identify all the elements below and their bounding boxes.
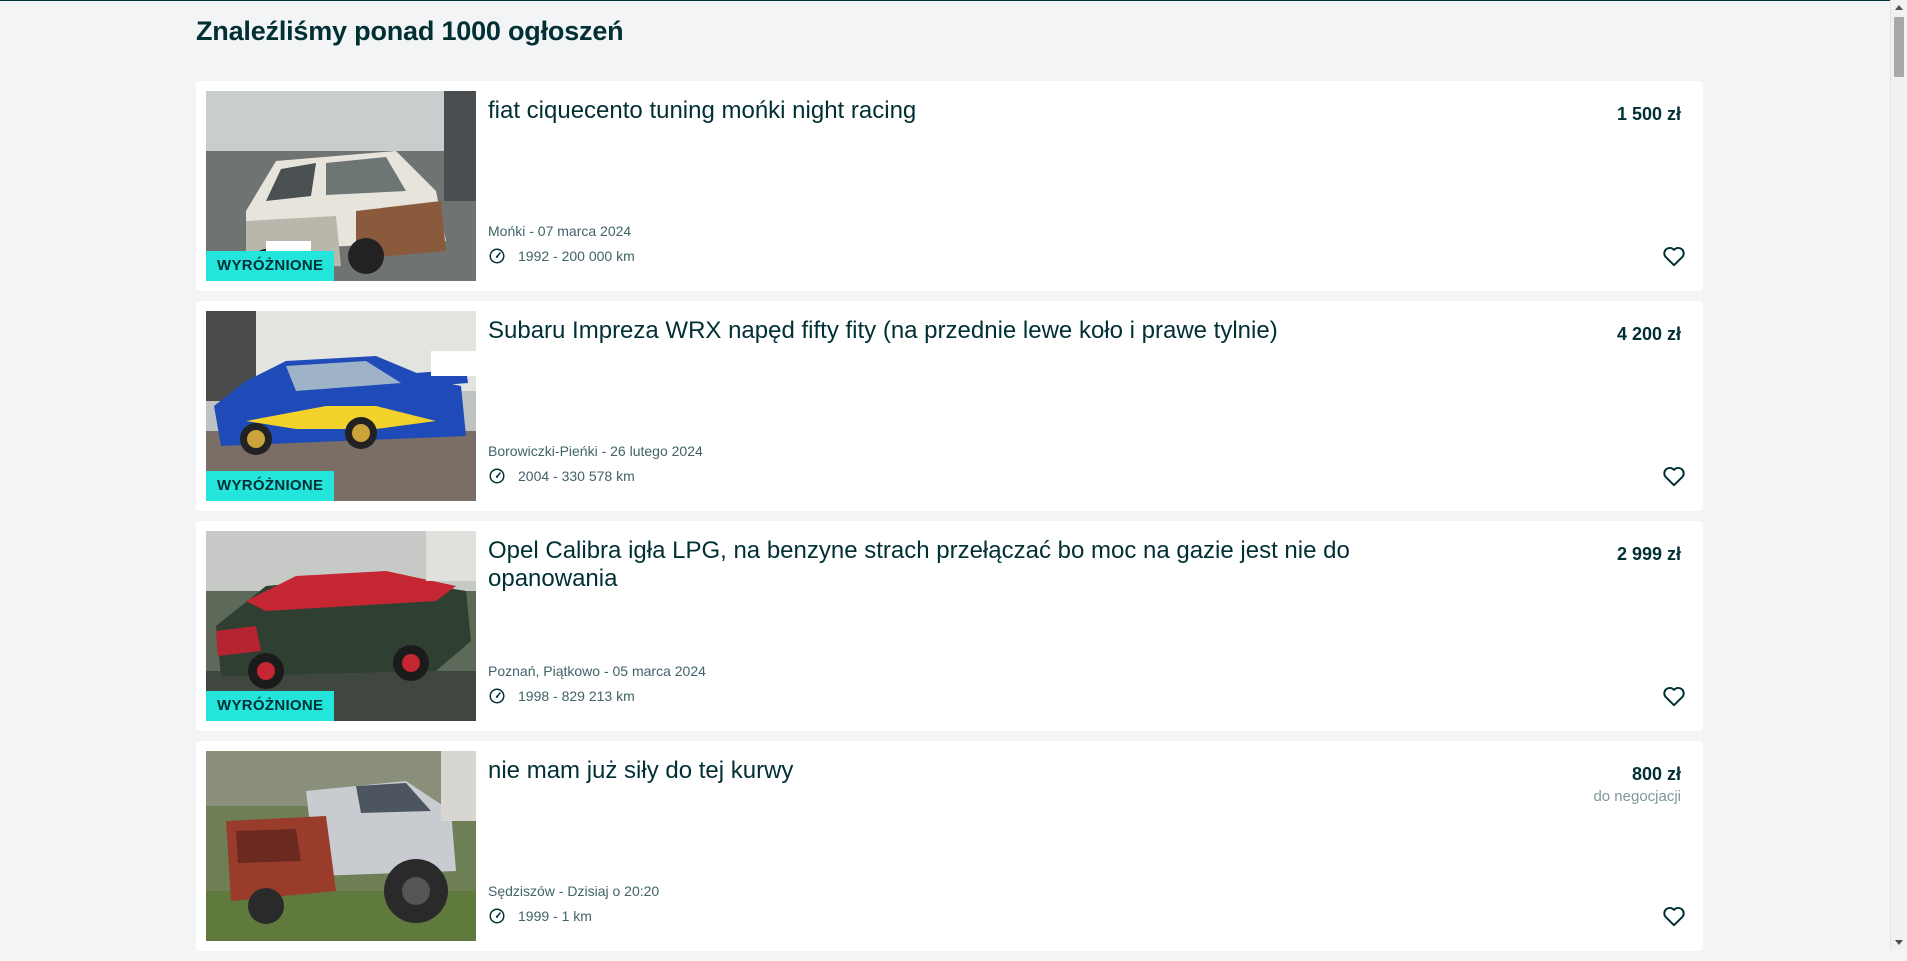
listing-title[interactable]: nie mam już siły do tej kurwy bbox=[488, 757, 1368, 785]
listing-card[interactable]: nie mam już siły do tej kurwy 800 zł do … bbox=[196, 741, 1703, 951]
heart-outline-icon[interactable] bbox=[1661, 463, 1687, 489]
featured-badge: WYRÓŻNIONE bbox=[206, 691, 335, 721]
featured-badge: WYRÓŻNIONE bbox=[206, 471, 335, 501]
listing-location-date: Sędziszów - Dzisiaj o 20:20 bbox=[488, 883, 660, 899]
negotiable-label: do negocjacji bbox=[1593, 788, 1681, 805]
listing-specs: 1998 - 829 213 km bbox=[488, 687, 635, 705]
listing-year-mileage: 2004 - 330 578 km bbox=[518, 468, 635, 484]
results-heading: Znaleźliśmy ponad 1000 ogłoszeń bbox=[196, 16, 624, 46]
listing-year-mileage: 1999 - 1 km bbox=[518, 908, 592, 924]
listing-year-mileage: 1992 - 200 000 km bbox=[518, 248, 635, 264]
listing-card[interactable]: WYRÓŻNIONE Opel Calibra igła LPG, na ben… bbox=[196, 521, 1703, 731]
listing-location-date: Borowiczki-Pieńki - 26 lutego 2024 bbox=[488, 443, 703, 459]
listing-price: 800 zł bbox=[1631, 764, 1681, 784]
listing-photo[interactable]: WYRÓŻNIONE bbox=[206, 91, 476, 281]
listing-title[interactable]: Subaru Impreza WRX napęd fifty fity (na … bbox=[488, 317, 1368, 345]
featured-badge: WYRÓŻNIONE bbox=[206, 251, 335, 281]
listing-price: 2 999 zł bbox=[1616, 544, 1681, 564]
scroll-down-icon[interactable] bbox=[1895, 940, 1903, 945]
gauge-icon bbox=[489, 468, 505, 484]
listing-card[interactable]: WYRÓŻNIONE Subaru Impreza WRX napęd fift… bbox=[196, 301, 1703, 511]
gauge-icon bbox=[489, 908, 505, 924]
gauge-icon bbox=[489, 248, 505, 264]
listing-specs: 1999 - 1 km bbox=[488, 907, 592, 925]
listing-location-date: Poznań, Piątkowo - 05 marca 2024 bbox=[488, 663, 706, 679]
listing-location-date: Mońki - 07 marca 2024 bbox=[488, 223, 632, 239]
scroll-thumb[interactable] bbox=[1894, 17, 1904, 77]
heart-outline-icon[interactable] bbox=[1661, 903, 1687, 929]
listing-price: 1 500 zł bbox=[1616, 104, 1681, 124]
listing-specs: 1992 - 200 000 km bbox=[488, 247, 635, 265]
heart-outline-icon[interactable] bbox=[1661, 243, 1687, 269]
top-border bbox=[0, 0, 1907, 1]
listing-photo[interactable]: WYRÓŻNIONE bbox=[206, 311, 476, 501]
listing-card[interactable]: WYRÓŻNIONE fiat ciquecento tuning mońki … bbox=[196, 81, 1703, 291]
gauge-icon bbox=[489, 688, 505, 704]
scroll-up-icon[interactable] bbox=[1895, 5, 1903, 10]
listing-title[interactable]: fiat ciquecento tuning mońki night racin… bbox=[488, 97, 1368, 125]
listing-photo[interactable]: WYRÓŻNIONE bbox=[206, 531, 476, 721]
heart-outline-icon[interactable] bbox=[1661, 683, 1687, 709]
listing-photo[interactable] bbox=[206, 751, 476, 941]
listing-price: 4 200 zł bbox=[1616, 324, 1681, 344]
listing-year-mileage: 1998 - 829 213 km bbox=[518, 688, 635, 704]
listing-title[interactable]: Opel Calibra igła LPG, na benzyne strach… bbox=[488, 537, 1368, 593]
listing-specs: 2004 - 330 578 km bbox=[488, 467, 635, 485]
vertical-scrollbar[interactable] bbox=[1890, 0, 1907, 950]
listing-list: WYRÓŻNIONE fiat ciquecento tuning mońki … bbox=[196, 81, 1703, 961]
